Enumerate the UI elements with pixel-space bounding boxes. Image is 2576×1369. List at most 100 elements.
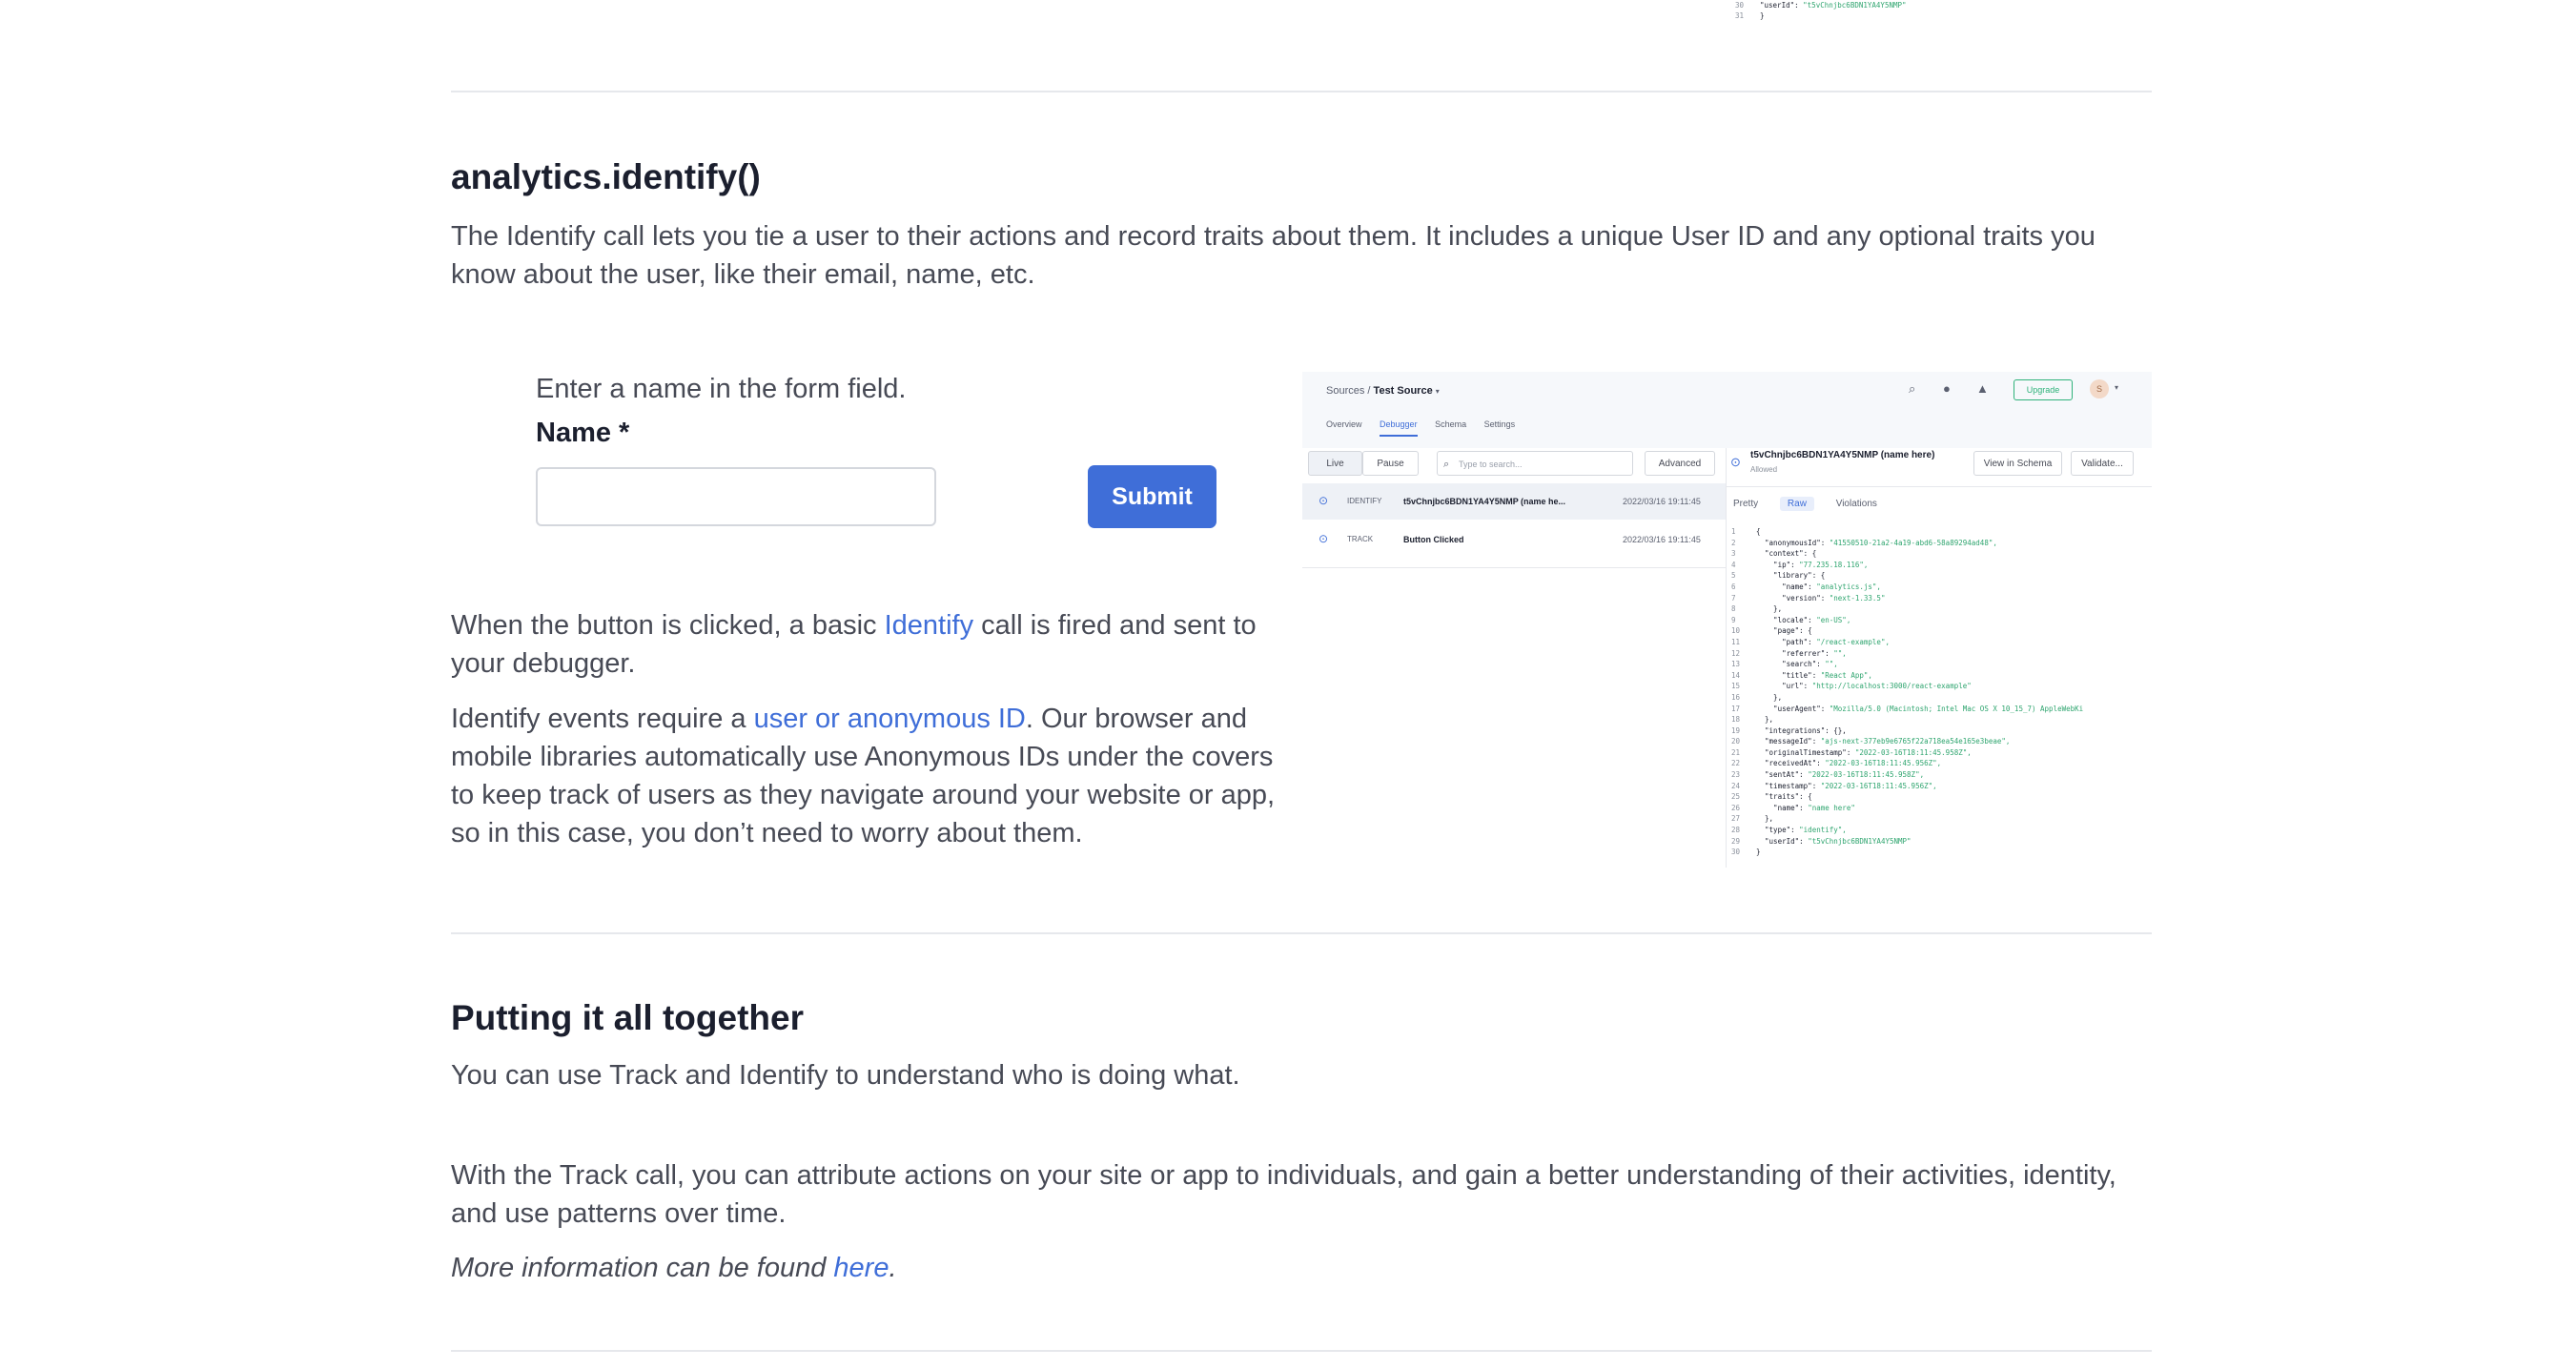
identify-intro: The Identify call lets you tie a user to…: [451, 221, 2096, 290]
line-number: 8: [1731, 604, 1736, 614]
line-number: 28: [1731, 826, 1741, 835]
tab-pretty: Pretty: [1733, 499, 1759, 509]
code-key: "receivedAt":: [1756, 759, 1826, 768]
code-line: 3 "context": {: [1731, 548, 2083, 560]
line-number: 14: [1731, 670, 1741, 680]
code-key: },: [1756, 692, 1783, 702]
line-number: 18: [1731, 715, 1741, 725]
code-line: 12 "referrer": "",: [1731, 648, 2083, 660]
user-or-anonymous-id-link[interactable]: user or anonymous ID: [754, 704, 1026, 734]
line-number: 5: [1731, 571, 1736, 581]
more-info: More information can be found here.: [451, 1253, 897, 1283]
code-line: 5 "library": {: [1731, 570, 2083, 582]
chevron-down-icon: ▾: [1435, 387, 1440, 396]
code-key: },: [1756, 604, 1783, 614]
detail-status: Allowed: [1750, 465, 1778, 474]
payload-view-tabs: Pretty Raw Violations: [1733, 497, 1896, 511]
code-value: "http://localhost:3000/react-example": [1811, 682, 1972, 691]
name-input[interactable]: [536, 467, 936, 526]
code-line: 4 "ip": "77.235.18.116",: [1731, 560, 2083, 571]
code-line: 22 "receivedAt": "2022-03-16T18:11:45.95…: [1731, 758, 2083, 769]
line-number: 7: [1731, 593, 1736, 603]
code-value: "React App",: [1820, 670, 1872, 680]
code-line: 19 "integrations": {},: [1731, 725, 2083, 737]
submit-button[interactable]: Submit: [1088, 465, 1216, 528]
code-line: 8 },: [1731, 603, 2083, 615]
code-key: "anonymousId":: [1756, 538, 1830, 547]
code-value: "t5vChnjbc6BDN1YA4Y5NMP": [1803, 1, 1907, 10]
code-value: "next-1.33.5": [1829, 593, 1886, 603]
line-number: 29: [1731, 836, 1741, 846]
line-number: 11: [1731, 637, 1741, 646]
line-number: 3: [1731, 549, 1736, 559]
code-line: 18 },: [1731, 714, 2083, 725]
section-divider: [451, 1350, 2152, 1352]
code-key: "originalTimestamp":: [1756, 747, 1855, 757]
pause-button: Pause: [1362, 451, 1419, 476]
code-line: 6 "name": "analytics.js",: [1731, 582, 2083, 593]
code-line: 26 "name": "name here": [1731, 803, 2083, 814]
line-number: 6: [1731, 582, 1736, 591]
code-key: "context": {: [1756, 549, 1817, 559]
code-key: "library": {: [1756, 571, 1826, 581]
code-key: "name":: [1756, 582, 1817, 591]
tab-schema: Schema: [1435, 419, 1467, 429]
code-line: 29 "userId": "t5vChnjbc6BDN1YA4Y5NMP": [1731, 836, 2083, 848]
code-key: }: [1756, 848, 1761, 857]
code-key: "path":: [1756, 637, 1817, 646]
code-line: 7 "version": "next-1.33.5": [1731, 593, 2083, 604]
code-line: 1{: [1731, 526, 2083, 538]
line-number: 26: [1731, 803, 1741, 812]
live-button: Live: [1308, 451, 1362, 476]
line-number: 23: [1731, 770, 1741, 780]
code-line: 17 "userAgent": "Mozilla/5.0 (Macintosh;…: [1731, 704, 2083, 715]
code-line: 31}: [1735, 10, 1907, 21]
list-divider: [1302, 567, 1726, 568]
code-key: },: [1756, 814, 1774, 824]
code-value: "2022-03-16T18:11:45.956Z",: [1825, 759, 1942, 768]
code-value: "en-US",: [1816, 615, 1851, 624]
anonymous-id-explanation: Identify events require a user or anonym…: [451, 704, 1276, 848]
here-link[interactable]: here: [833, 1253, 889, 1283]
code-line: 24 "timestamp": "2022-03-16T18:11:45.956…: [1731, 781, 2083, 792]
code-key: "page": {: [1756, 626, 1812, 636]
together-track-explanation: With the Track call, you can attribute a…: [451, 1160, 2116, 1229]
code-value: "t5vChnjbc6BDN1YA4Y5NMP": [1808, 836, 1912, 846]
line-number: 20: [1731, 737, 1741, 746]
code-line: 2 "anonymousId": "41550510-21a2-4a19-abd…: [1731, 538, 2083, 549]
line-number: 4: [1731, 560, 1736, 569]
line-number: 31: [1735, 11, 1745, 20]
detail-title: t5vChnjbc6BDN1YA4Y5NMP (name here): [1750, 450, 1935, 460]
check-circle-icon: ⊙: [1319, 494, 1329, 507]
chevron-down-icon: ▾: [2115, 383, 2119, 392]
line-number: 19: [1731, 725, 1741, 735]
line-number: 1: [1731, 527, 1736, 536]
line-number: 17: [1731, 704, 1741, 713]
bell-icon: ▲: [1976, 381, 1989, 396]
code-key: },: [1756, 715, 1774, 725]
line-number: 24: [1731, 781, 1741, 790]
search-icon: ⌕: [1443, 459, 1450, 470]
code-line: 14 "title": "React App",: [1731, 670, 2083, 682]
code-key: "sentAt":: [1756, 770, 1809, 780]
code-key: "userAgent":: [1756, 704, 1830, 713]
code-line: 11 "path": "/react-example",: [1731, 637, 2083, 648]
avatar: S: [2090, 379, 2109, 398]
line-number: 30: [1731, 848, 1741, 857]
validate-button: Validate...: [2071, 451, 2134, 476]
code-key: "userId":: [1756, 836, 1809, 846]
code-key: "userId":: [1760, 1, 1804, 10]
code-key: }: [1760, 11, 1765, 20]
name-label: Name *: [536, 418, 630, 448]
check-circle-icon: ⊙: [1319, 532, 1329, 545]
detail-divider: [1726, 486, 2152, 487]
code-line: 9 "locale": "en-US",: [1731, 615, 2083, 626]
code-value: "2022-03-16T18:11:45.958Z",: [1808, 770, 1925, 780]
code-value: "2022-03-16T18:11:45.956Z",: [1820, 781, 1937, 790]
code-key: "locale":: [1756, 615, 1817, 624]
section-divider: [451, 91, 2152, 92]
line-number: 30: [1735, 1, 1745, 10]
form-hint: Enter a name in the form field.: [536, 374, 907, 404]
identify-link[interactable]: Identify: [885, 610, 974, 641]
search-icon: ⌕: [1909, 381, 1916, 396]
